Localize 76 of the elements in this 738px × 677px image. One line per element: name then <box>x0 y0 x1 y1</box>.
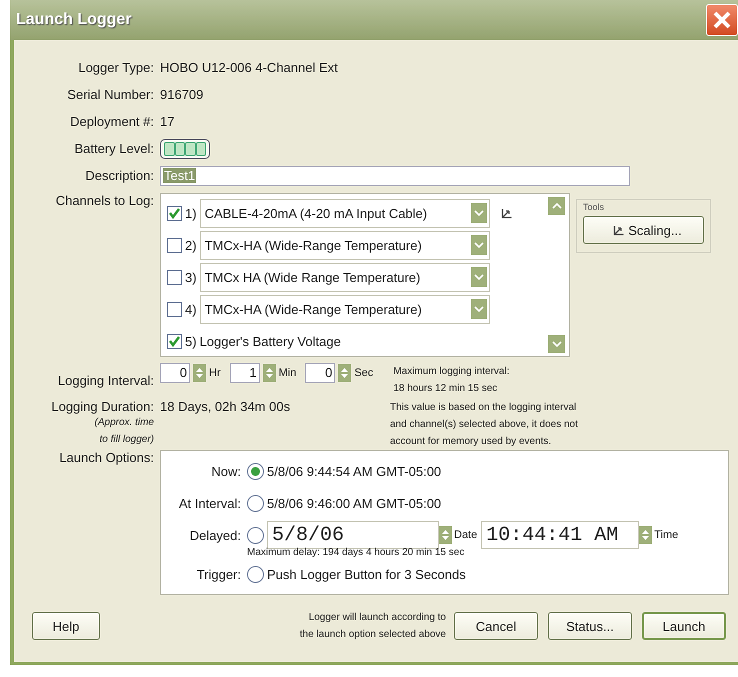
chevron-down-icon <box>470 267 487 287</box>
duration-note: This value is based on the logging interval and channel(s) selected above, it does not account for memory used by events. <box>390 401 578 449</box>
field-sublabel: (Approx. time to fill logger) <box>94 416 154 447</box>
time-field[interactable]: 10:44:41 AM <box>481 521 640 549</box>
sensor-dropdown[interactable]: TMCx HA (Wide Range Temperature) <box>200 262 490 292</box>
unit-label: Date <box>454 529 478 541</box>
channel-number: 4) <box>185 302 197 316</box>
field-label: Logger Type: <box>77 60 154 75</box>
channel-checkbox[interactable] <box>167 238 182 252</box>
axes-icon <box>613 224 624 236</box>
field-label: Battery Level: <box>74 141 154 156</box>
unit-label: Sec <box>354 367 374 379</box>
spinner-icon[interactable] <box>262 364 276 382</box>
spinner-icon[interactable] <box>338 364 352 382</box>
channel-number: 3) <box>185 270 197 284</box>
number-field[interactable]: 0 <box>305 363 336 383</box>
field-label: Deployment #: <box>69 114 154 129</box>
window-title: Launch Logger <box>16 11 132 29</box>
spinner-icon[interactable] <box>439 526 452 544</box>
field-label: Logging Duration: <box>50 399 154 414</box>
spinner-icon[interactable] <box>193 364 206 382</box>
unit-label: Time <box>654 529 678 541</box>
spinner-icon[interactable] <box>639 526 652 544</box>
launch-note: Logger will launch according to the launch option selected above <box>300 611 446 642</box>
channel-name: Logger's Battery Voltage <box>200 334 341 348</box>
channel-number: 5) <box>185 334 197 348</box>
radio-button[interactable] <box>247 462 264 480</box>
channel-number: 1) <box>185 206 197 220</box>
group-title: Tools <box>583 202 606 212</box>
sensor-dropdown[interactable]: TMCx-HA (Wide-Range Temperature) <box>200 230 490 260</box>
chevron-down-icon <box>470 203 487 223</box>
field-label: Launch Options: <box>58 450 154 465</box>
field-label: Description: <box>84 168 154 183</box>
radio-button[interactable] <box>247 494 264 512</box>
field-label: Serial Number: <box>66 87 154 102</box>
field-label: Logging Interval: <box>56 372 154 388</box>
option-text: 5/8/06 9:44:54 AM GMT-05:00 <box>267 464 442 478</box>
unit-label: Min <box>278 367 296 379</box>
dialog-button[interactable]: Status... <box>548 612 632 640</box>
sensor-dropdown[interactable]: TMCx-HA (Wide-Range Temperature) <box>200 294 490 324</box>
channel-checkbox[interactable] <box>167 334 182 348</box>
option-label: Now: <box>210 464 241 478</box>
scaling-button[interactable]: Scaling... <box>583 216 704 244</box>
chevron-down-icon <box>470 299 487 319</box>
dialog-button[interactable]: Cancel <box>454 612 538 640</box>
channel-number: 2) <box>185 238 197 252</box>
sensor-dropdown[interactable]: CABLE-4-20mA (4-20 mA Input Cable) <box>200 198 490 228</box>
channel-checkbox[interactable] <box>167 270 182 284</box>
interval-note: Maximum logging interval: 18 hours 12 min 15 sec <box>393 365 510 396</box>
number-field[interactable]: 1 <box>230 363 260 383</box>
scroll-up-icon[interactable] <box>548 197 565 215</box>
option-label: Delayed: <box>188 528 241 542</box>
field-value: 916709 <box>160 87 204 102</box>
chevron-down-icon <box>470 235 487 255</box>
option-label: At Interval: <box>178 496 241 510</box>
unit-label: Hr <box>209 367 221 379</box>
option-text: 5/8/06 9:46:00 AM GMT-05:00 <box>267 496 442 510</box>
field-value: 17 <box>160 114 176 129</box>
option-text: Push Logger Button for 3 Seconds <box>267 566 466 582</box>
date-field[interactable]: 5/8/06 <box>267 521 439 549</box>
number-field[interactable]: 0 <box>160 363 190 383</box>
help-button[interactable]: Help <box>32 612 100 640</box>
delay-note: Maximum delay: 194 days 4 hours 20 min 15 sec <box>247 547 466 558</box>
radio-button[interactable] <box>247 526 264 544</box>
battery-icon <box>160 138 210 158</box>
channel-checkbox[interactable] <box>167 302 182 316</box>
field-value: 18 Days, 02h 34m 00s <box>160 399 292 414</box>
radio-button[interactable] <box>247 566 264 582</box>
dialog-button[interactable]: Launch <box>642 612 726 640</box>
field-label: Channels to Log: <box>54 193 154 210</box>
axes-icon <box>500 208 512 218</box>
channel-checkbox[interactable] <box>167 206 182 220</box>
close-icon[interactable] <box>706 4 738 36</box>
field-value: HOBO U12-006 4-Channel Ext <box>160 60 339 75</box>
option-label: Trigger: <box>196 566 241 582</box>
scroll-down-icon[interactable] <box>548 335 565 353</box>
